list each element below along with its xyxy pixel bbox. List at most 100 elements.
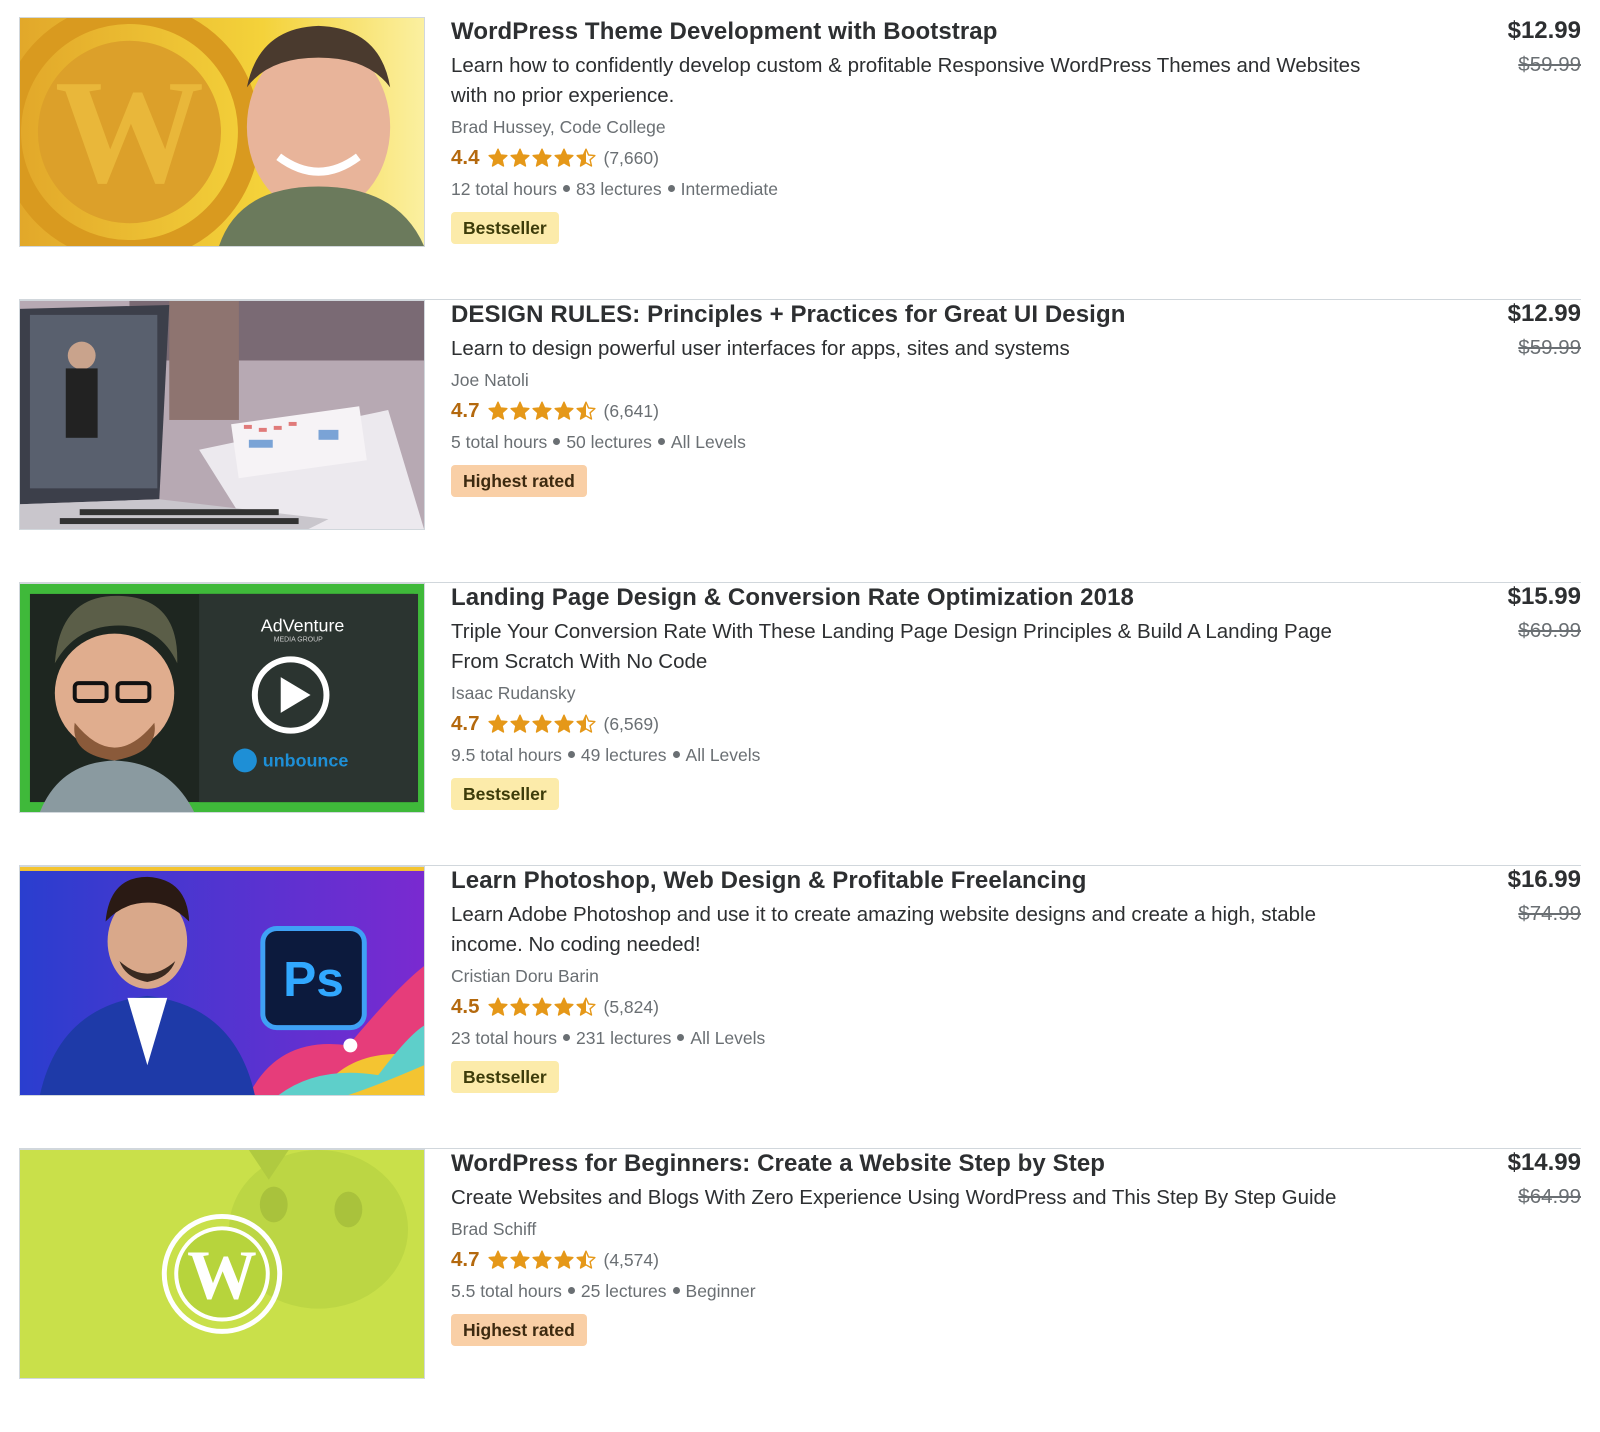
- star-rating: [487, 1250, 596, 1270]
- rating-row: 4.7 (6,641): [451, 395, 1381, 427]
- price-column: $12.99 $59.99: [1508, 17, 1581, 80]
- lecture-count: 49 lectures: [580, 745, 667, 765]
- current-price: $12.99: [1507, 300, 1581, 327]
- brand-text: AdVenture: [261, 616, 345, 636]
- photoshop-logo-icon: Ps: [20, 867, 424, 1095]
- course-description: Create Websites and Blogs With Zero Expe…: [451, 1186, 1337, 1209]
- rating-row: 4.7 (4,574): [451, 1244, 1381, 1276]
- rating-row: 4.4 (7,660): [451, 142, 1381, 174]
- star-full-icon: [509, 1250, 530, 1269]
- star-half-icon: [575, 1250, 596, 1269]
- star-full-icon: [531, 148, 552, 167]
- star-rating: [487, 714, 596, 734]
- total-hours: 5 total hours: [451, 432, 548, 452]
- course-info: Landing Page Design & Conversion Rate Op…: [451, 583, 1381, 810]
- course-thumbnail[interactable]: W: [19, 1149, 425, 1379]
- original-price: $74.99: [1518, 902, 1581, 925]
- bullet-icon: [677, 1033, 685, 1041]
- total-hours: 23 total hours: [451, 1028, 558, 1048]
- svg-text:W: W: [187, 1238, 257, 1315]
- star-half-icon: [575, 714, 596, 733]
- lecture-count: 50 lectures: [566, 432, 652, 452]
- star-full-icon: [531, 714, 552, 733]
- lecture-count: 83 lectures: [576, 179, 662, 199]
- rating-row: 4.7 (6,569): [451, 708, 1381, 740]
- price-column: $15.99 $69.99: [1508, 583, 1581, 646]
- course-instructor: Cristian Doru Barin: [451, 966, 599, 986]
- star-full-icon: [531, 997, 552, 1016]
- bestseller-badge: Bestseller: [451, 778, 559, 810]
- course-level: All Levels: [690, 1028, 766, 1048]
- star-full-icon: [509, 714, 530, 733]
- course-title[interactable]: Learn Photoshop, Web Design & Profitable…: [451, 866, 1381, 896]
- star-full-icon: [509, 148, 530, 167]
- course-description: Learn how to confidently develop custom …: [451, 54, 1361, 107]
- course-title[interactable]: WordPress for Beginners: Create a Websit…: [451, 1149, 1381, 1179]
- bullet-icon: [567, 1286, 575, 1294]
- course-level: Beginner: [685, 1281, 756, 1301]
- bullet-icon: [657, 437, 665, 445]
- course-description: Triple Your Conversion Rate With These L…: [451, 620, 1332, 673]
- price-column: $16.99 $74.99: [1508, 866, 1581, 929]
- course-card[interactable]: W WordPress for Beginners: Create a Webs…: [19, 1149, 1581, 1432]
- price-column: $14.99 $64.99: [1508, 1149, 1581, 1212]
- star-full-icon: [553, 997, 574, 1016]
- current-price: $12.99: [1507, 17, 1581, 44]
- brand-subtext: MEDIA GROUP: [274, 637, 323, 644]
- course-info: Learn Photoshop, Web Design & Profitable…: [451, 866, 1381, 1093]
- course-meta: 5 total hours 50 lectures All Levels: [451, 427, 1381, 457]
- star-full-icon: [553, 401, 574, 420]
- rating-count: (6,641): [603, 400, 659, 421]
- course-info: DESIGN RULES: Principles + Practices for…: [451, 300, 1381, 497]
- course-list: W WordPress Theme Development with Boots…: [19, 17, 1581, 1432]
- rating-value: 4.5: [451, 995, 480, 1018]
- star-half-icon: [575, 997, 596, 1016]
- highest-rated-badge: Highest rated: [451, 465, 587, 497]
- course-card[interactable]: AdVenture MEDIA GROUP unbounce Landing P…: [19, 583, 1581, 866]
- course-title[interactable]: Landing Page Design & Conversion Rate Op…: [451, 583, 1381, 613]
- original-price: $59.99: [1518, 53, 1581, 76]
- bestseller-badge: Bestseller: [451, 212, 559, 244]
- course-info: WordPress Theme Development with Bootstr…: [451, 17, 1381, 244]
- total-hours: 9.5 total hours: [451, 745, 562, 765]
- course-title[interactable]: DESIGN RULES: Principles + Practices for…: [451, 300, 1381, 330]
- course-instructor: Brad Hussey, Code College: [451, 117, 666, 137]
- course-card[interactable]: DESIGN RULES: Principles + Practices for…: [19, 300, 1581, 583]
- star-full-icon: [553, 714, 574, 733]
- course-description: Learn Adobe Photoshop and use it to crea…: [451, 903, 1317, 956]
- course-thumbnail[interactable]: Ps: [19, 866, 425, 1096]
- course-info: WordPress for Beginners: Create a Websit…: [451, 1149, 1381, 1346]
- star-full-icon: [487, 997, 508, 1016]
- star-full-icon: [487, 148, 508, 167]
- course-card[interactable]: Ps Learn Photoshop, Web Design & Profita…: [19, 866, 1581, 1149]
- star-half-icon: [575, 148, 596, 167]
- current-price: $15.99: [1507, 583, 1581, 610]
- star-full-icon: [553, 148, 574, 167]
- course-thumbnail[interactable]: W: [19, 17, 425, 247]
- svg-text:W: W: [55, 50, 204, 215]
- course-card[interactable]: W WordPress Theme Development with Boots…: [19, 17, 1581, 300]
- course-level: All Levels: [685, 745, 761, 765]
- course-instructor: Isaac Rudansky: [451, 683, 576, 703]
- total-hours: 12 total hours: [451, 179, 558, 199]
- rating-count: (6,569): [603, 713, 659, 734]
- course-title[interactable]: WordPress Theme Development with Bootstr…: [451, 17, 1381, 47]
- course-level: All Levels: [670, 432, 746, 452]
- course-thumbnail[interactable]: AdVenture MEDIA GROUP unbounce: [19, 583, 425, 813]
- rating-value: 4.7: [451, 712, 480, 735]
- original-price: $64.99: [1518, 1185, 1581, 1208]
- course-meta: 12 total hours 83 lectures Intermediate: [451, 174, 1381, 204]
- star-full-icon: [487, 1250, 508, 1269]
- rating-row: 4.5 (5,824): [451, 991, 1381, 1023]
- ps-label: Ps: [283, 951, 344, 1007]
- rating-value: 4.7: [451, 399, 480, 422]
- bullet-icon: [672, 750, 680, 758]
- star-full-icon: [509, 997, 530, 1016]
- price-column: $12.99 $59.99: [1508, 300, 1581, 363]
- bullet-icon: [553, 437, 561, 445]
- play-video-icon: AdVenture MEDIA GROUP unbounce: [20, 584, 424, 812]
- star-full-icon: [531, 401, 552, 420]
- course-thumbnail[interactable]: [19, 300, 425, 530]
- course-meta: 5.5 total hours 25 lectures Beginner: [451, 1276, 1381, 1306]
- bestseller-badge: Bestseller: [451, 1061, 559, 1093]
